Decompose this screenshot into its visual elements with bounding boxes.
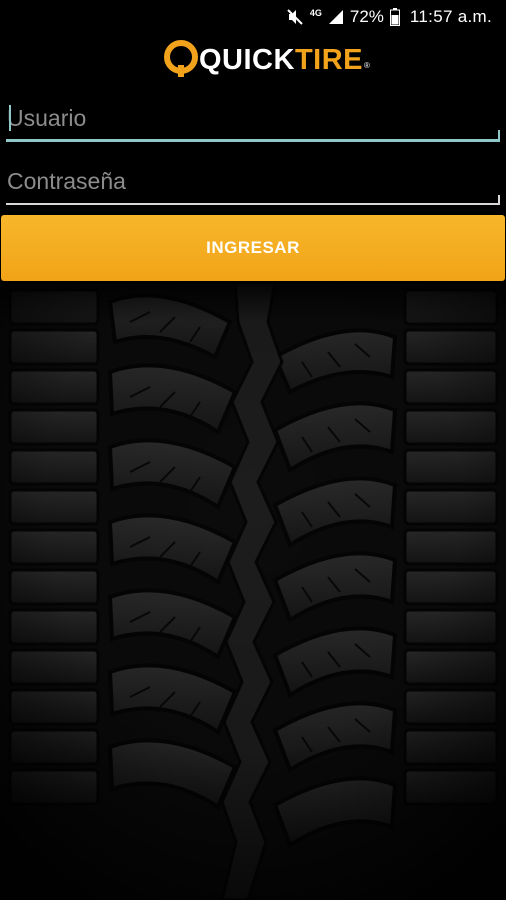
logo-wordmark: QUICKTIRE® — [199, 41, 370, 79]
password-underline — [6, 203, 500, 205]
network-type: 4G — [309, 7, 322, 18]
text-cursor — [9, 105, 11, 131]
quicktire-logo: QUICKTIRE® — [145, 33, 370, 89]
logo-quick-text: QUICK — [199, 44, 295, 76]
username-field-wrapper — [6, 98, 500, 142]
status-bar: 4G 72% 11:57 a.m. — [0, 0, 506, 34]
login-screen: 4G 72% 11:57 a.m. QUICKTIRE® Usuario ING… — [0, 0, 506, 900]
signal-icon — [328, 9, 344, 25]
logo-registered-mark: ® — [364, 61, 371, 70]
username-underline — [6, 139, 500, 142]
clock: 11:57 a.m. — [409, 7, 492, 26]
password-field-wrapper — [6, 161, 500, 205]
login-button[interactable]: INGRESAR — [1, 215, 505, 281]
username-underline-edge — [498, 130, 500, 142]
logo-q-icon — [164, 40, 198, 77]
logo-tire-text: TIRE — [294, 44, 364, 76]
mute-icon — [286, 8, 304, 26]
password-underline-edge — [498, 195, 500, 205]
battery-percentage: 72% — [349, 7, 384, 26]
battery-icon — [389, 8, 400, 26]
username-input[interactable] — [6, 98, 500, 138]
tire-tread-background — [0, 282, 506, 900]
password-input[interactable] — [6, 161, 500, 201]
